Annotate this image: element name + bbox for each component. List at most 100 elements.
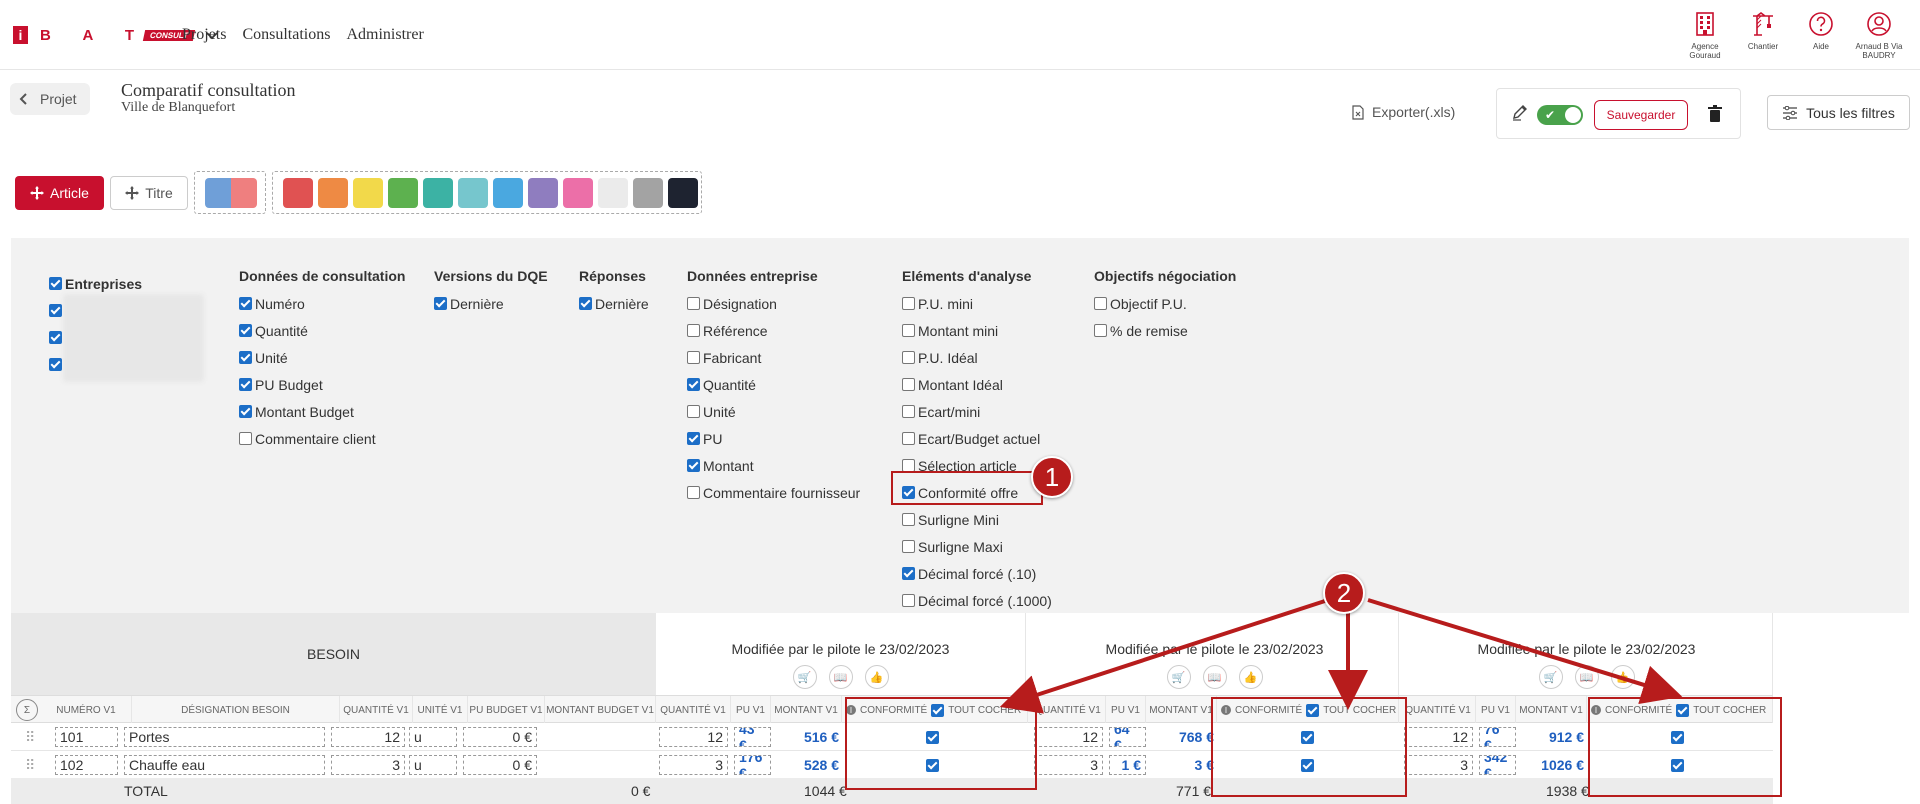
trash-icon[interactable] <box>1708 105 1722 123</box>
entreprises-checkbox-row[interactable]: Entreprises <box>49 270 142 297</box>
user-menu-button[interactable]: Arnaud B Via BAUDRY <box>1850 10 1908 60</box>
cart-icon[interactable]: 🛒 <box>1538 665 1563 689</box>
filter-option[interactable]: Commentaire fournisseur <box>687 479 860 506</box>
nav-administrer[interactable]: Administrer <box>346 26 423 44</box>
company-montant-header[interactable]: MONTANT V1 <box>1146 696 1217 724</box>
filter-option[interactable]: Quantité <box>239 317 405 344</box>
company-montant-header[interactable]: MONTANT V1 <box>1516 696 1587 724</box>
checkbox[interactable] <box>239 324 252 337</box>
checkbox[interactable] <box>687 432 700 445</box>
checkbox[interactable] <box>902 432 915 445</box>
color-swatch[interactable] <box>353 178 383 208</box>
filter-option[interactable]: Montant <box>687 452 860 479</box>
filter-option[interactable]: Montant Idéal <box>902 371 1052 398</box>
color-swatch[interactable] <box>493 178 523 208</box>
filter-option[interactable]: PU Budget <box>239 371 405 398</box>
checkbox[interactable] <box>687 486 700 499</box>
company-pu-header[interactable]: PU V1 <box>731 696 771 724</box>
checkbox[interactable] <box>434 297 447 310</box>
nav-consultations[interactable]: Consultations <box>242 26 330 44</box>
save-button[interactable]: Sauvegarder <box>1594 100 1688 130</box>
pu-budget-cell[interactable]: 0 € <box>463 755 537 775</box>
numero-header[interactable]: NUMÉRO V1 <box>41 696 132 724</box>
company-pu-cell[interactable]: 43 € <box>734 727 771 747</box>
pu-budget-cell[interactable]: 0 € <box>463 727 537 747</box>
company-quantite-cell[interactable]: 12 <box>659 727 728 747</box>
checkbox[interactable] <box>902 513 915 526</box>
color-swatch[interactable] <box>633 178 663 208</box>
checkbox[interactable] <box>239 405 252 418</box>
company-pu-cell[interactable]: 1 € <box>1109 755 1146 775</box>
color-swatch[interactable] <box>423 178 453 208</box>
checkbox[interactable] <box>687 405 700 418</box>
filter-option[interactable]: Ecart/Budget actuel <box>902 425 1052 452</box>
checkbox[interactable] <box>687 459 700 472</box>
company-pu-cell[interactable]: 76 € <box>1479 727 1516 747</box>
checkbox[interactable] <box>902 567 915 580</box>
checkbox[interactable] <box>1094 324 1107 337</box>
checkbox[interactable] <box>579 297 592 310</box>
color-swatch[interactable] <box>563 178 593 208</box>
all-filters-button[interactable]: Tous les filtres <box>1767 95 1910 130</box>
filter-option[interactable]: Surligne Mini <box>902 506 1052 533</box>
filter-option[interactable]: Surligne Maxi <box>902 533 1052 560</box>
unite-cell[interactable]: u <box>409 755 457 775</box>
thumbs-up-icon[interactable]: 👍 <box>1610 665 1635 689</box>
checkbox[interactable] <box>902 405 915 418</box>
article-button[interactable]: Article <box>15 176 104 210</box>
filter-option[interactable]: % de remise <box>1094 317 1236 344</box>
company-quantite-cell[interactable]: 12 <box>1404 727 1473 747</box>
filter-option[interactable]: Quantité <box>687 371 860 398</box>
color-swatch[interactable] <box>668 178 698 208</box>
quantite-cell[interactable]: 3 <box>331 755 405 775</box>
company-pu-header[interactable]: PU V1 <box>1106 696 1146 724</box>
color-swatch[interactable] <box>528 178 558 208</box>
filter-option[interactable]: P.U. Idéal <box>902 344 1052 371</box>
checkbox[interactable] <box>902 378 915 391</box>
designation-cell[interactable]: Portes <box>124 727 325 747</box>
checkbox[interactable] <box>687 297 700 310</box>
checkbox[interactable] <box>1094 297 1107 310</box>
book-icon[interactable]: 📖 <box>1574 665 1599 689</box>
filter-option[interactable]: Montant mini <box>902 317 1052 344</box>
company-quantite-cell[interactable]: 3 <box>1404 755 1473 775</box>
cart-icon[interactable]: 🛒 <box>792 665 817 689</box>
pu-budget-header[interactable]: PU BUDGET V1 <box>468 696 545 724</box>
export-xls-button[interactable]: Exporter(.xls) <box>1352 104 1455 120</box>
chantier-button[interactable]: Chantier <box>1734 10 1792 60</box>
filter-option[interactable]: Numéro <box>239 290 405 317</box>
color-swatch[interactable] <box>598 178 628 208</box>
company-quantite-cell[interactable]: 3 <box>1034 755 1103 775</box>
checkbox[interactable] <box>687 351 700 364</box>
filter-option[interactable]: Dernière <box>579 290 649 317</box>
unite-header[interactable]: UNITÉ V1 <box>413 696 468 724</box>
color-swatch[interactable] <box>318 178 348 208</box>
filter-option[interactable]: Ecart/mini <box>902 398 1052 425</box>
color-swatch[interactable] <box>388 178 418 208</box>
company-quantite-cell[interactable]: 3 <box>659 755 728 775</box>
montant-budget-header[interactable]: MONTANT BUDGET V1 <box>545 696 656 724</box>
checkbox[interactable] <box>902 351 915 364</box>
checkbox[interactable] <box>902 594 915 607</box>
color-swatch[interactable] <box>283 178 313 208</box>
company-checkbox-2[interactable] <box>49 331 62 344</box>
company-quantite-header[interactable]: QUANTITÉ V1 <box>656 696 731 724</box>
numero-cell[interactable]: 102 <box>55 755 118 775</box>
filter-option[interactable]: Unité <box>687 398 860 425</box>
checkbox[interactable] <box>687 324 700 337</box>
nav-projets[interactable]: Projets <box>182 26 226 44</box>
filter-option[interactable]: Référence <box>687 317 860 344</box>
company-pu-cell[interactable]: 64 € <box>1109 727 1146 747</box>
company-pu-cell[interactable]: 342 € <box>1479 755 1516 775</box>
color-swatch[interactable] <box>458 178 488 208</box>
company-quantite-cell[interactable]: 12 <box>1034 727 1103 747</box>
filter-option[interactable]: Commentaire client <box>239 425 405 452</box>
checkbox[interactable] <box>49 277 62 290</box>
checkbox[interactable] <box>239 297 252 310</box>
filter-option[interactable]: Montant Budget <box>239 398 405 425</box>
quantite-cell[interactable]: 12 <box>331 727 405 747</box>
filter-option[interactable]: Objectif P.U. <box>1094 290 1236 317</box>
filter-option[interactable]: P.U. mini <box>902 290 1052 317</box>
filter-option[interactable]: Décimal forcé (.10) <box>902 560 1052 587</box>
help-button[interactable]: Aide <box>1792 10 1850 60</box>
